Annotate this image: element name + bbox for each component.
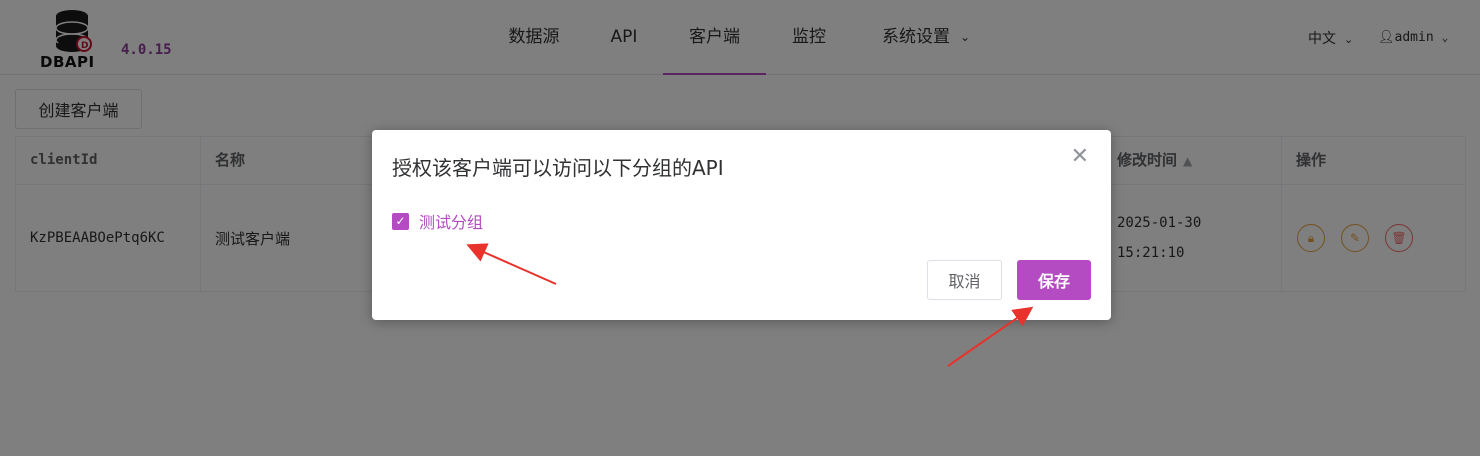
group-checkbox[interactable]: ✓ 测试分组 — [392, 209, 483, 233]
save-button[interactable]: 保存 — [1017, 260, 1091, 300]
cancel-button[interactable]: 取消 — [927, 260, 1002, 300]
group-checkbox-label: 测试分组 — [419, 213, 484, 232]
authorize-dialog: 授权该客户端可以访问以下分组的API ✕ ✓ 测试分组 取消 保存 — [372, 130, 1111, 320]
dialog-title: 授权该客户端可以访问以下分组的API — [392, 156, 724, 180]
checkbox-checked-icon[interactable]: ✓ — [392, 212, 409, 230]
close-icon[interactable]: ✕ — [1071, 144, 1089, 169]
